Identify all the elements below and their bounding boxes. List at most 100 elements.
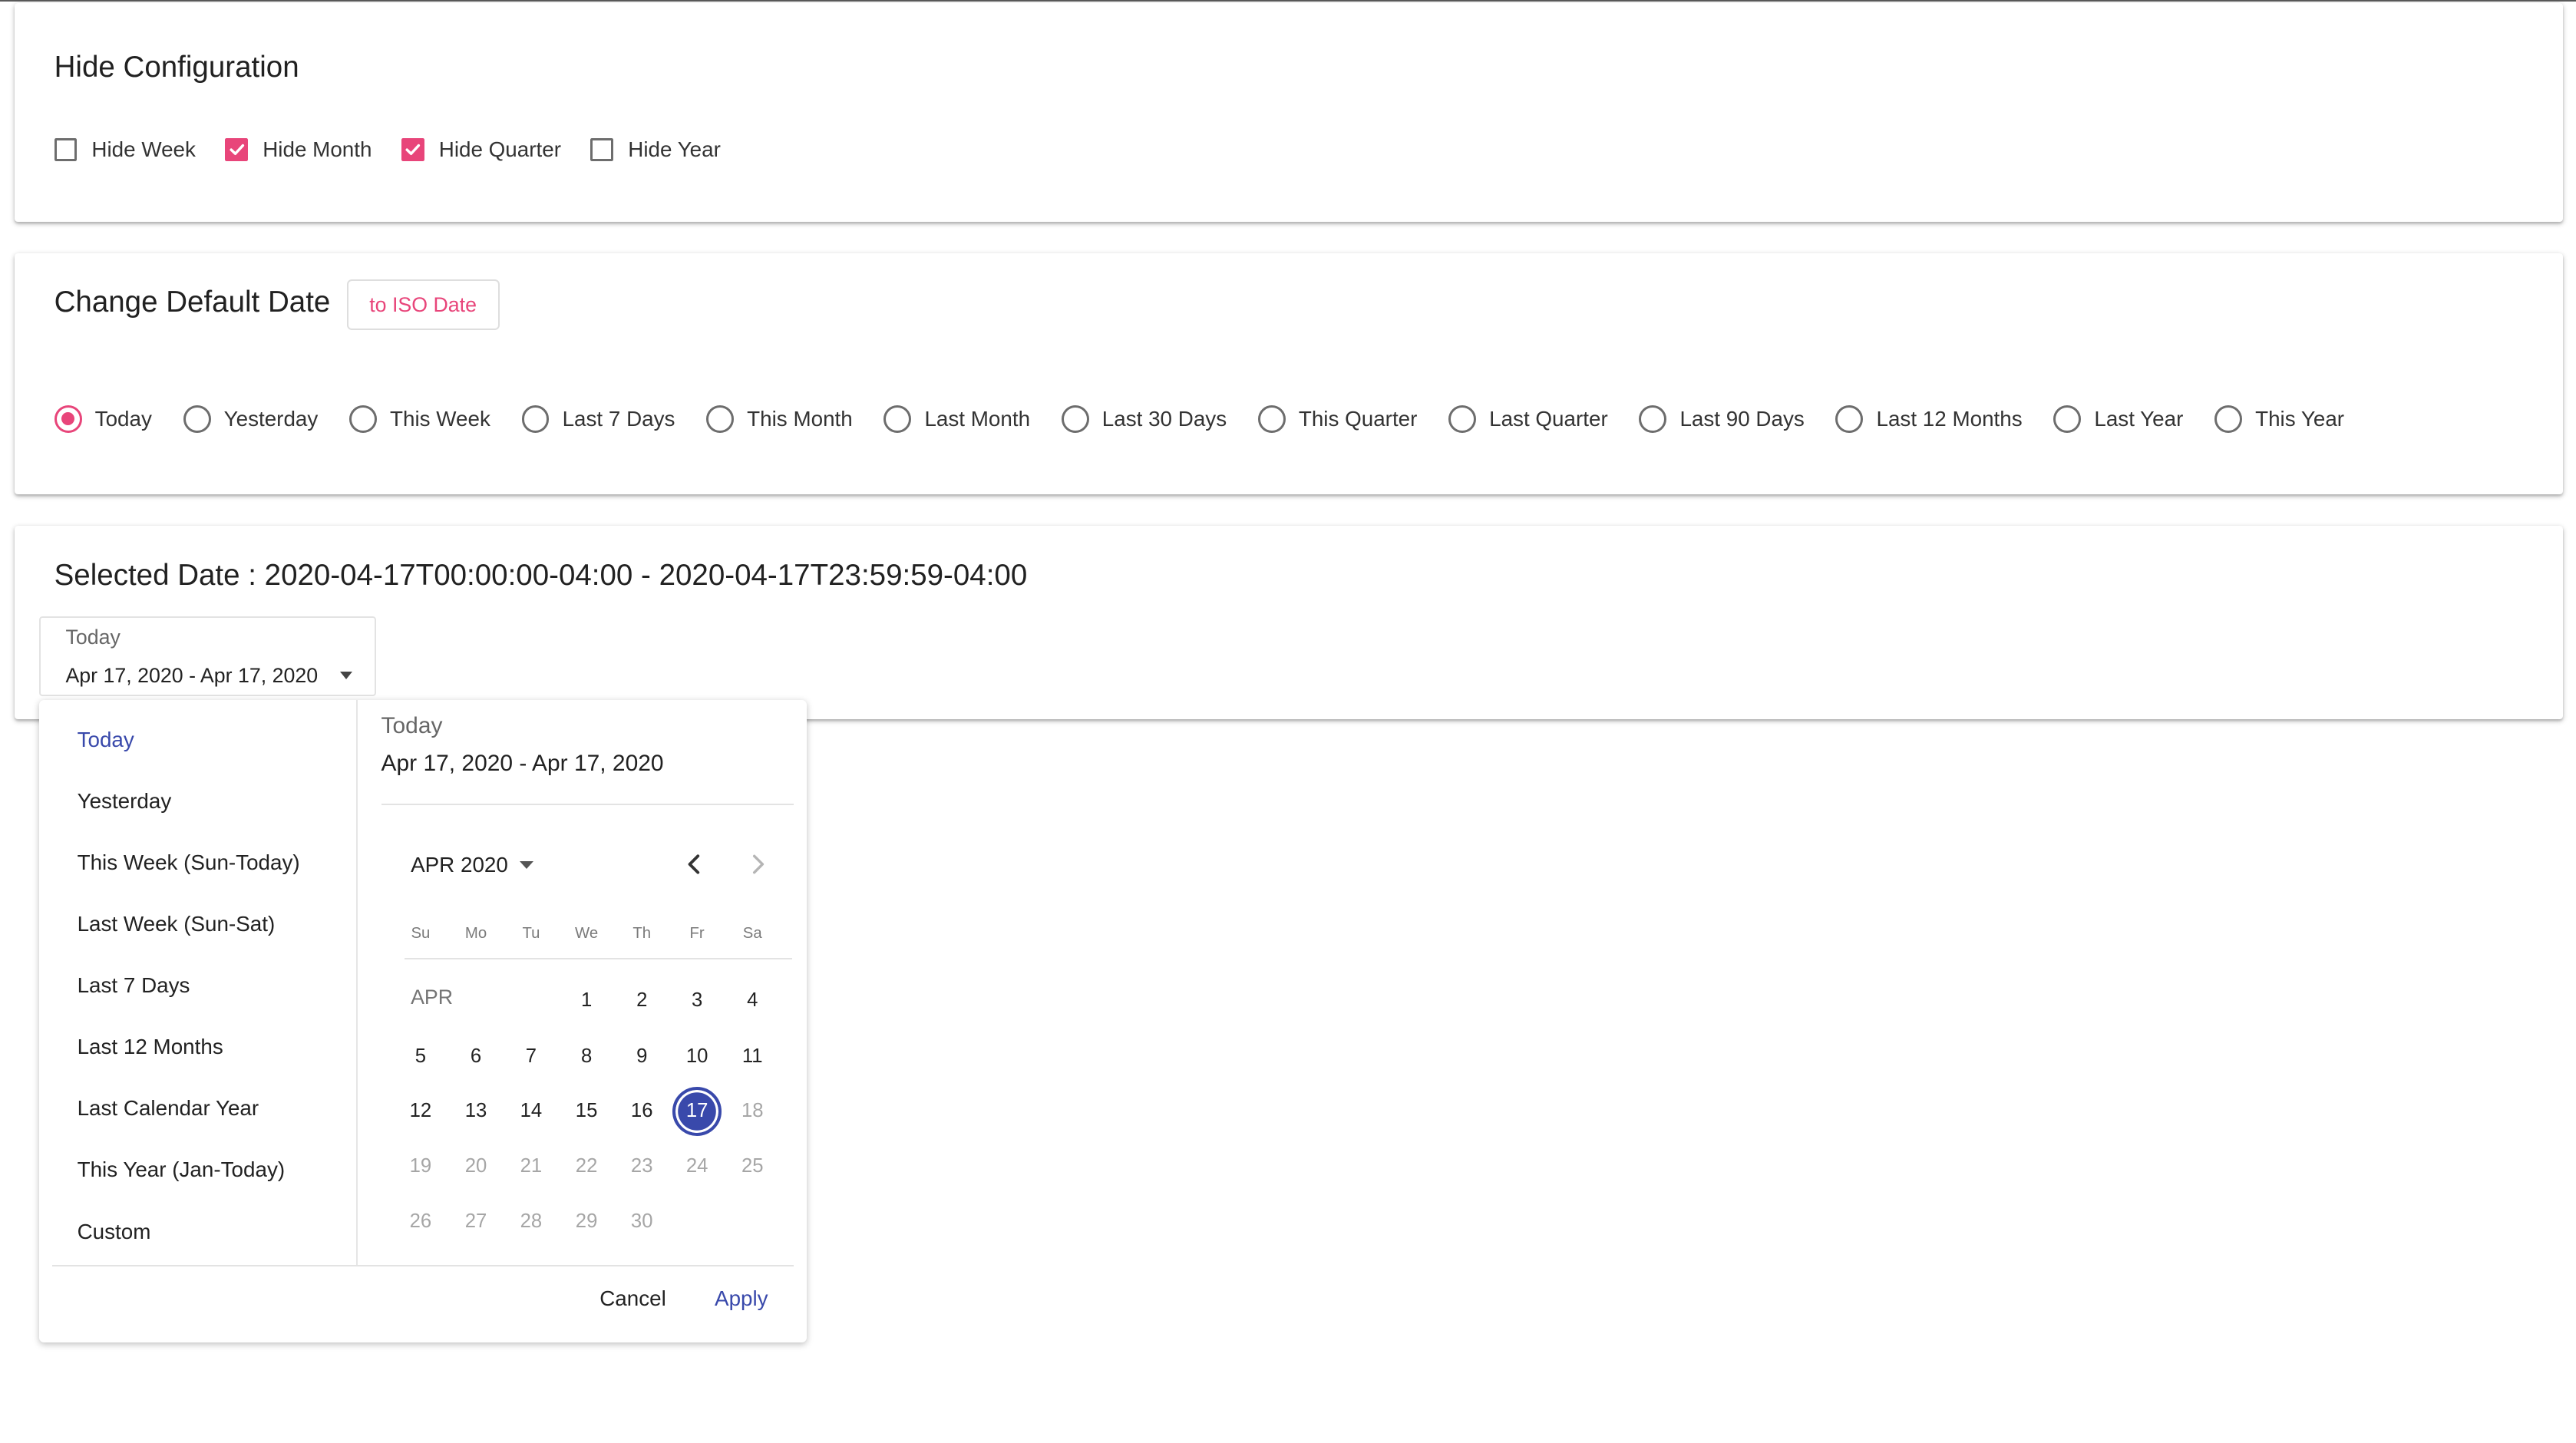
chevron-right-icon[interactable] <box>746 853 769 876</box>
calendar-day[interactable]: 8 <box>562 1032 611 1081</box>
default-date-radio[interactable]: Last 12 Months <box>1835 405 2023 433</box>
selected-date-card: Selected Date : 2020-04-17T00:00:00-04:0… <box>15 525 2563 720</box>
top-border <box>0 0 2576 2</box>
default-date-radio[interactable]: Last 90 Days <box>1639 405 1805 433</box>
calendar-day[interactable]: 10 <box>672 1032 722 1081</box>
caret-down-icon <box>339 672 352 679</box>
calendar-day[interactable]: 6 <box>451 1032 500 1081</box>
preset-item[interactable]: Yesterday <box>78 789 172 814</box>
default-date-radio[interactable]: This Month <box>706 405 853 433</box>
caret-down-icon <box>519 860 533 869</box>
radio-circle[interactable] <box>883 405 912 433</box>
radio-circle[interactable] <box>1061 405 1089 433</box>
calendar-day[interactable]: 9 <box>617 1032 666 1081</box>
radio-circle[interactable] <box>348 405 377 433</box>
weekday-label: Mo <box>464 924 487 942</box>
calendar-day[interactable]: 3 <box>672 976 722 1025</box>
weekday-label: We <box>575 924 599 942</box>
weekday-label: Tu <box>522 924 540 942</box>
calendar-day[interactable]: 7 <box>507 1032 556 1081</box>
radio-label: Last 12 Months <box>1876 406 2023 431</box>
checkbox-label: Hide Week <box>91 137 196 161</box>
default-date-radio[interactable]: Last Quarter <box>1448 405 1608 433</box>
weekday-label: Fr <box>689 924 705 942</box>
radio-circle[interactable] <box>1257 405 1286 433</box>
calendar-day: 30 <box>630 1210 653 1232</box>
radio-label: Last 7 Days <box>562 406 675 431</box>
radio-circle[interactable] <box>1639 405 1667 433</box>
cancel-button[interactable]: Cancel <box>599 1286 666 1311</box>
calendar-day[interactable]: 13 <box>451 1087 500 1136</box>
weekday-label: Su <box>411 924 431 942</box>
default-date-radio[interactable]: This Quarter <box>1257 405 1417 433</box>
preset-item[interactable]: Last Calendar Year <box>78 1096 259 1121</box>
default-date-radio[interactable]: Yesterday <box>183 405 318 433</box>
hide-configuration-card: Hide Configuration Hide Week Hide Month Hi… <box>15 3 2563 222</box>
calendar-day[interactable]: 5 <box>396 1032 445 1081</box>
calendar-day: 26 <box>409 1210 432 1232</box>
calendar-day[interactable]: 14 <box>507 1087 556 1136</box>
radio-circle[interactable] <box>521 405 550 433</box>
month-year-selector[interactable]: APR 2020 <box>411 853 533 877</box>
calendar-day[interactable]: 16 <box>617 1087 666 1136</box>
radio-circle[interactable] <box>183 405 211 433</box>
calendar-day: 24 <box>685 1155 708 1177</box>
preset-item[interactable]: Last 7 Days <box>78 973 190 998</box>
preview-value: Apr 17, 2020 - Apr 17, 2020 <box>381 751 664 777</box>
hide-option-checkbox[interactable]: Hide Week <box>54 137 196 162</box>
preset-list: Today Yesterday This Week (Sun-Today) Last … <box>39 699 358 1267</box>
radio-circle[interactable] <box>2214 405 2242 433</box>
default-date-radio[interactable]: Last Year <box>2053 405 2183 433</box>
radio-label: Last 30 Days <box>1101 406 1227 431</box>
calendar-day: 23 <box>630 1155 653 1177</box>
hide-option-checkbox[interactable]: Hide Quarter <box>401 137 561 162</box>
preset-item[interactable]: This Week (Sun-Today) <box>78 850 300 875</box>
radio-circle[interactable] <box>1835 405 1864 433</box>
preset-item[interactable]: Last Week (Sun-Sat) <box>78 912 276 936</box>
default-date-radio[interactable]: Last Month <box>883 405 1030 433</box>
to-iso-date-button[interactable]: to ISO Date <box>346 279 500 331</box>
radio-circle[interactable] <box>2053 405 2082 433</box>
checkbox-box[interactable] <box>225 137 248 161</box>
checkbox-box[interactable] <box>54 137 78 161</box>
default-date-radio[interactable]: This Year <box>2214 405 2344 433</box>
calendar-day-selected[interactable]: 17 <box>672 1086 722 1137</box>
preset-item[interactable]: Custom <box>78 1220 151 1244</box>
calendar-day[interactable]: 2 <box>617 976 666 1025</box>
date-range-field-label: Today <box>65 626 121 649</box>
hide-option-checkbox[interactable]: Hide Year <box>590 137 721 162</box>
calendar-day: 25 <box>741 1155 764 1177</box>
preview-divider <box>381 803 794 805</box>
change-default-date-title: Change Default Date <box>54 286 331 319</box>
calendar-day[interactable]: 1 <box>562 976 611 1025</box>
calendar-day[interactable]: 4 <box>728 976 777 1025</box>
calendar-day: 28 <box>520 1210 543 1232</box>
radio-circle[interactable] <box>706 405 735 433</box>
calendar-day: 22 <box>575 1155 598 1177</box>
calendar-day[interactable]: 15 <box>562 1087 611 1136</box>
calendar-day[interactable]: 12 <box>396 1087 445 1136</box>
default-date-radio[interactable]: Last 7 Days <box>521 405 675 433</box>
actions-divider <box>52 1265 794 1267</box>
preset-item[interactable]: Today <box>78 728 134 752</box>
radio-circle[interactable] <box>1448 405 1477 433</box>
calendar-day[interactable]: 11 <box>728 1032 777 1081</box>
preset-item[interactable]: Last 12 Months <box>78 1035 223 1059</box>
default-date-radio[interactable]: Last 30 Days <box>1061 405 1227 433</box>
change-default-date-card: Change Default Date to ISO Date Today Yes… <box>15 253 2563 495</box>
preset-item[interactable]: This Year (Jan-Today) <box>78 1157 286 1182</box>
chevron-left-icon[interactable] <box>683 853 706 876</box>
radio-circle[interactable] <box>54 405 82 433</box>
checkbox-box[interactable] <box>401 137 424 161</box>
apply-button[interactable]: Apply <box>715 1286 768 1311</box>
checkbox-box[interactable] <box>590 137 614 161</box>
checkbox-label: Hide Year <box>628 137 721 161</box>
calendar-day: 21 <box>520 1155 543 1177</box>
app-stage: Hide Configuration Hide Week Hide Month Hi… <box>0 0 2576 1443</box>
radio-label: This Month <box>747 406 853 431</box>
date-range-field[interactable]: Today Apr 17, 2020 - Apr 17, 2020 <box>39 616 377 697</box>
radio-label: Last Year <box>2094 406 2184 431</box>
default-date-radio[interactable]: Today <box>54 405 152 433</box>
hide-option-checkbox[interactable]: Hide Month <box>225 137 372 162</box>
default-date-radio[interactable]: This Week <box>348 405 490 433</box>
